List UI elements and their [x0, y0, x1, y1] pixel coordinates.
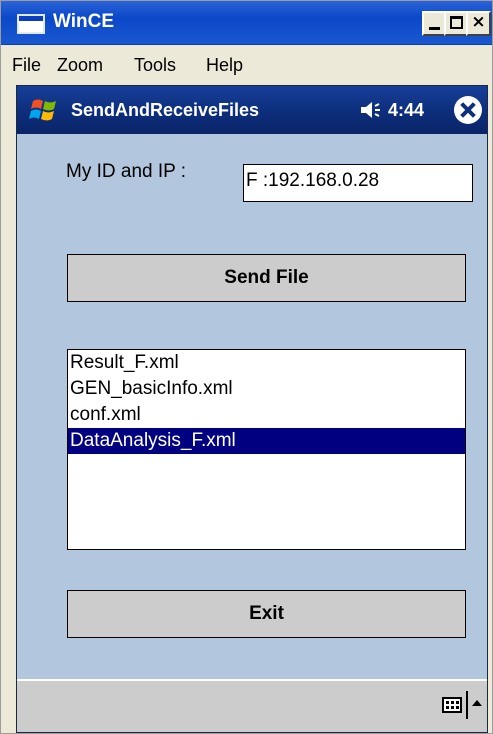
menu-soft-bar: [17, 679, 487, 732]
sip-divider: [466, 691, 468, 719]
minimize-icon: [429, 27, 440, 30]
id-ip-label: My ID and IP :: [66, 161, 187, 182]
exit-button[interactable]: Exit: [67, 590, 466, 638]
keyboard-icon[interactable]: [442, 697, 462, 713]
device-screen: SendAndReceiveFiles 4:44 My ID and IP : …: [16, 85, 488, 733]
window-app-icon: [17, 14, 45, 34]
app-title: SendAndReceiveFiles: [71, 100, 260, 120]
maximize-icon: [450, 16, 463, 29]
menu-zoom[interactable]: Zoom: [57, 55, 103, 76]
menu-bar: File Zoom Tools Help: [1, 46, 492, 84]
menu-help[interactable]: Help: [206, 55, 243, 76]
list-item[interactable]: GEN_basicInfo.xml: [68, 376, 465, 402]
list-item[interactable]: Result_F.xml: [68, 350, 465, 376]
windows-start-icon[interactable]: [29, 95, 59, 125]
send-file-button[interactable]: Send File: [67, 254, 466, 302]
window-title: WinCE: [53, 11, 115, 32]
emulator-window: WinCE × File Zoom Tools Help SendAndRece…: [0, 0, 493, 734]
clock-time[interactable]: 4:44: [388, 100, 424, 121]
list-item-selected[interactable]: DataAnalysis_F.xml: [68, 428, 465, 454]
menu-file[interactable]: File: [12, 55, 41, 76]
window-titlebar[interactable]: WinCE ×: [1, 1, 492, 45]
file-list[interactable]: Result_F.xml GEN_basicInfo.xml conf.xml …: [67, 349, 466, 550]
ok-close-icon[interactable]: [454, 96, 482, 124]
list-item[interactable]: conf.xml: [68, 402, 465, 428]
ce-title-bar: SendAndReceiveFiles 4:44: [17, 86, 487, 134]
id-ip-field[interactable]: F :192.168.0.28: [243, 164, 473, 202]
close-icon: ×: [471, 12, 486, 32]
menu-tools[interactable]: Tools: [134, 55, 176, 76]
speaker-icon[interactable]: [359, 98, 383, 122]
sip-arrow-icon[interactable]: [472, 700, 482, 706]
close-button[interactable]: ×: [466, 11, 491, 36]
